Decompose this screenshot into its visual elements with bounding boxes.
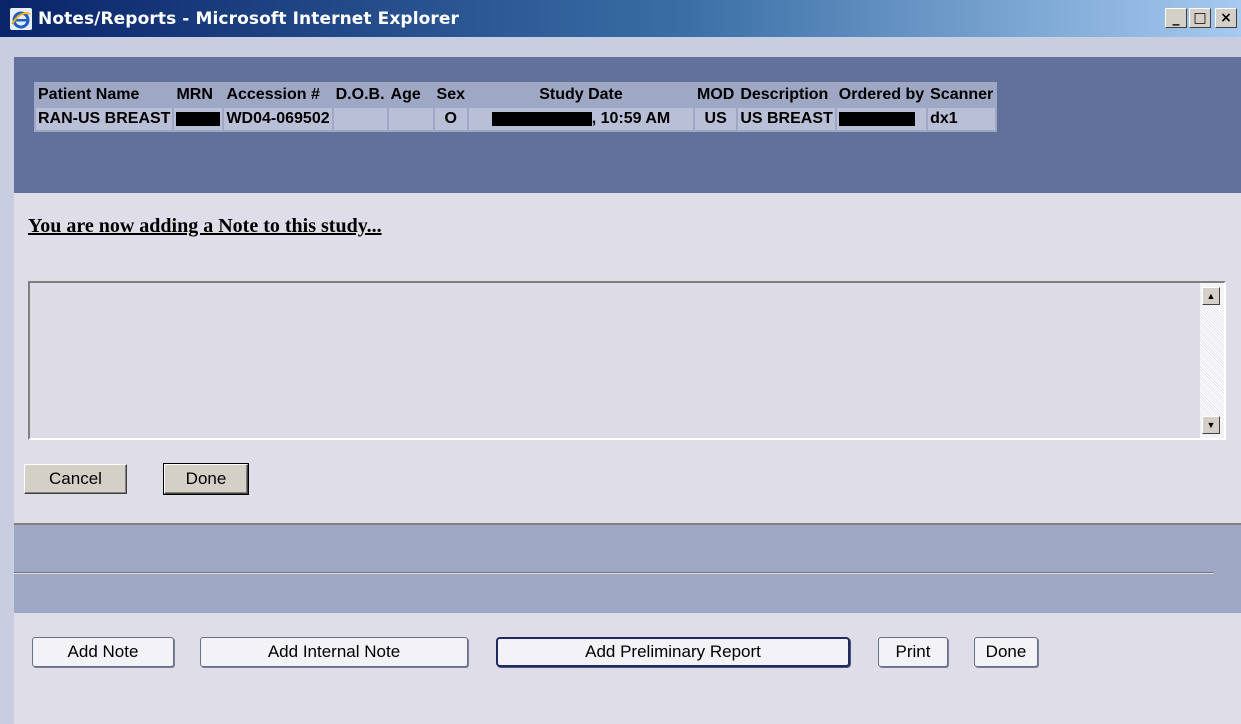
- cell-accession: WD04-069502: [224, 108, 332, 130]
- scroll-up-arrow-icon[interactable]: ▲: [1202, 287, 1220, 305]
- minimize-icon: _: [1172, 10, 1180, 26]
- done-note-button[interactable]: Done: [163, 463, 249, 495]
- col-sex: Sex: [434, 84, 467, 106]
- col-study-date: Study Date: [468, 84, 693, 106]
- redaction-bar: [491, 111, 592, 126]
- cell-mrn: [174, 108, 223, 130]
- cell-description: US BREAST: [738, 108, 835, 130]
- separator-band: [14, 525, 1241, 613]
- note-heading: You are now adding a Note to this study.…: [28, 215, 382, 237]
- cell-ordered-by: [836, 108, 927, 130]
- col-scanner: Scanner: [928, 84, 996, 106]
- scroll-down-arrow-icon[interactable]: ▼: [1202, 416, 1220, 434]
- add-internal-note-button[interactable]: Add Internal Note: [200, 637, 468, 667]
- cell-age: [388, 108, 433, 130]
- done-button[interactable]: Done: [974, 637, 1038, 667]
- note-textarea[interactable]: [30, 283, 1204, 442]
- close-button[interactable]: ×: [1215, 8, 1237, 28]
- window-title: Notes/Reports - Microsoft Internet Explo…: [38, 8, 459, 29]
- col-description: Description: [738, 84, 835, 106]
- print-button[interactable]: Print: [878, 637, 948, 667]
- col-accession: Accession #: [224, 84, 332, 106]
- col-dob: D.O.B.: [333, 84, 387, 106]
- table-header-row: Patient Name MRN Accession # D.O.B. Age …: [36, 84, 996, 106]
- cell-mod: US: [694, 108, 737, 130]
- col-mrn: MRN: [174, 84, 223, 106]
- cell-dob: [333, 108, 387, 130]
- maximize-icon: □: [1193, 10, 1207, 26]
- minimize-button[interactable]: _: [1165, 8, 1187, 28]
- add-note-button[interactable]: Add Note: [32, 637, 174, 667]
- cell-scanner: dx1: [928, 108, 996, 130]
- vertical-scrollbar[interactable]: ▲ ▼: [1200, 283, 1224, 438]
- note-textarea-frame: ▲ ▼: [28, 281, 1226, 442]
- close-icon: ×: [1220, 10, 1232, 26]
- note-editor-panel: You are now adding a Note to this study.…: [14, 193, 1241, 525]
- divider: [14, 572, 1214, 574]
- redaction-bar: [838, 111, 915, 126]
- col-ordered-by: Ordered by: [836, 84, 927, 106]
- col-age: Age: [388, 84, 433, 106]
- study-info-table: Patient Name MRN Accession # D.O.B. Age …: [34, 82, 998, 132]
- add-preliminary-report-button[interactable]: Add Preliminary Report: [496, 637, 850, 667]
- study-header: Patient Name MRN Accession # D.O.B. Age …: [14, 57, 1241, 193]
- col-patient-name: Patient Name: [36, 84, 173, 106]
- maximize-button[interactable]: □: [1189, 8, 1211, 28]
- cancel-button[interactable]: Cancel: [24, 464, 127, 494]
- cell-study-date: , 10:59 AM: [468, 108, 693, 130]
- cell-sex: O: [434, 108, 467, 130]
- study-time: , 10:59 AM: [591, 110, 671, 127]
- footer-toolbar: Add Note Add Internal Note Add Prelimina…: [14, 613, 1241, 724]
- col-mod: MOD: [694, 84, 737, 106]
- ie-icon: [10, 7, 32, 30]
- window-title-bar[interactable]: Notes/Reports - Microsoft Internet Explo…: [0, 0, 1241, 37]
- table-row[interactable]: RAN-US BREAST WD04-069502 O , 10:59 AM U…: [36, 108, 996, 130]
- cell-patient-name: RAN-US BREAST: [36, 108, 173, 130]
- redaction-bar: [176, 111, 221, 126]
